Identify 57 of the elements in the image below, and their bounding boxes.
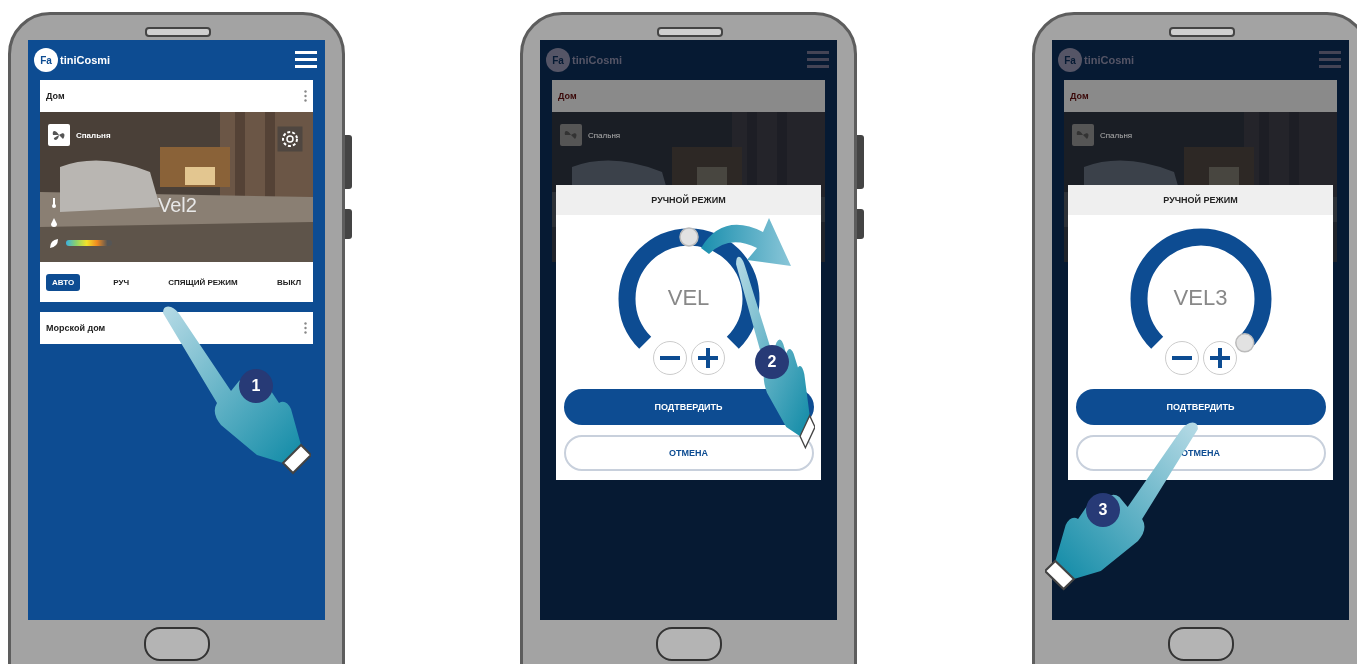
home-button[interactable] <box>1168 627 1234 661</box>
logo-text: tiniCosmi <box>1084 54 1135 66</box>
fan-icon <box>1072 124 1094 146</box>
speed-value: VEL <box>666 285 711 311</box>
plus-button[interactable] <box>690 341 725 375</box>
dial-ring[interactable] <box>618 228 759 349</box>
leaf-icon <box>50 238 58 248</box>
room-name: Спальня <box>588 130 621 140</box>
home-name: Дом <box>1070 91 1089 101</box>
home-button[interactable] <box>144 627 210 661</box>
home-name: Дом <box>558 91 577 101</box>
speed-value: Vel2 <box>158 194 197 217</box>
speaker-slot <box>657 27 723 37</box>
minus-icon <box>659 356 680 360</box>
drop-icon <box>50 218 58 228</box>
more-icon[interactable] <box>304 90 307 102</box>
mode-tab[interactable]: СПЯЩИЙ РЕЖИМ <box>162 273 244 291</box>
settings-icon[interactable] <box>277 126 303 152</box>
cancel-button[interactable]: ОТМЕНА <box>563 435 814 471</box>
logo-text: tiniCosmi <box>572 54 623 66</box>
thermometer-icon <box>50 198 58 208</box>
dial-knob[interactable] <box>678 227 699 247</box>
side-key <box>857 135 864 189</box>
fan-icon <box>48 124 70 146</box>
mode-tab[interactable]: АВТО <box>46 273 81 291</box>
mode-tab[interactable]: РУЧ <box>107 273 136 291</box>
plus-icon <box>1208 347 1231 369</box>
dial-knob[interactable] <box>1234 333 1255 353</box>
minus-icon <box>1171 356 1192 360</box>
confirm-button[interactable]: ПОДТВЕРДИТЬ <box>1075 389 1326 425</box>
dialog-title: РУЧНОЙ РЕЖИМ <box>556 185 821 215</box>
logo-mark: Fa <box>1058 48 1082 72</box>
logo-text: tiniCosmi <box>60 54 111 66</box>
side-key <box>345 209 352 239</box>
speaker-slot <box>1169 27 1235 37</box>
dial-ring[interactable] <box>1130 228 1271 349</box>
home-name: Дом <box>46 91 65 101</box>
more-icon[interactable] <box>304 322 307 334</box>
home-button[interactable] <box>656 627 722 661</box>
side-key <box>857 209 864 239</box>
menu-icon[interactable] <box>295 51 317 69</box>
plus-icon <box>696 347 719 369</box>
mode-tab[interactable]: ВЫКЛ <box>270 273 307 291</box>
room-name: Спальня <box>1100 130 1133 140</box>
logo-mark: Fa <box>34 48 58 72</box>
speaker-slot <box>145 27 211 37</box>
home-name: Морской дом <box>46 323 106 333</box>
fan-icon <box>560 124 582 146</box>
logo-mark: Fa <box>546 48 570 72</box>
minus-button[interactable] <box>1164 341 1199 375</box>
color-scale-bar <box>66 240 112 246</box>
side-key <box>345 135 352 189</box>
minus-button[interactable] <box>652 341 687 375</box>
dialog-title: РУЧНОЙ РЕЖИМ <box>1068 185 1333 215</box>
room-name: Спальня <box>76 130 111 140</box>
plus-button[interactable] <box>1202 341 1237 375</box>
speed-value: VEL3 <box>1172 285 1229 311</box>
